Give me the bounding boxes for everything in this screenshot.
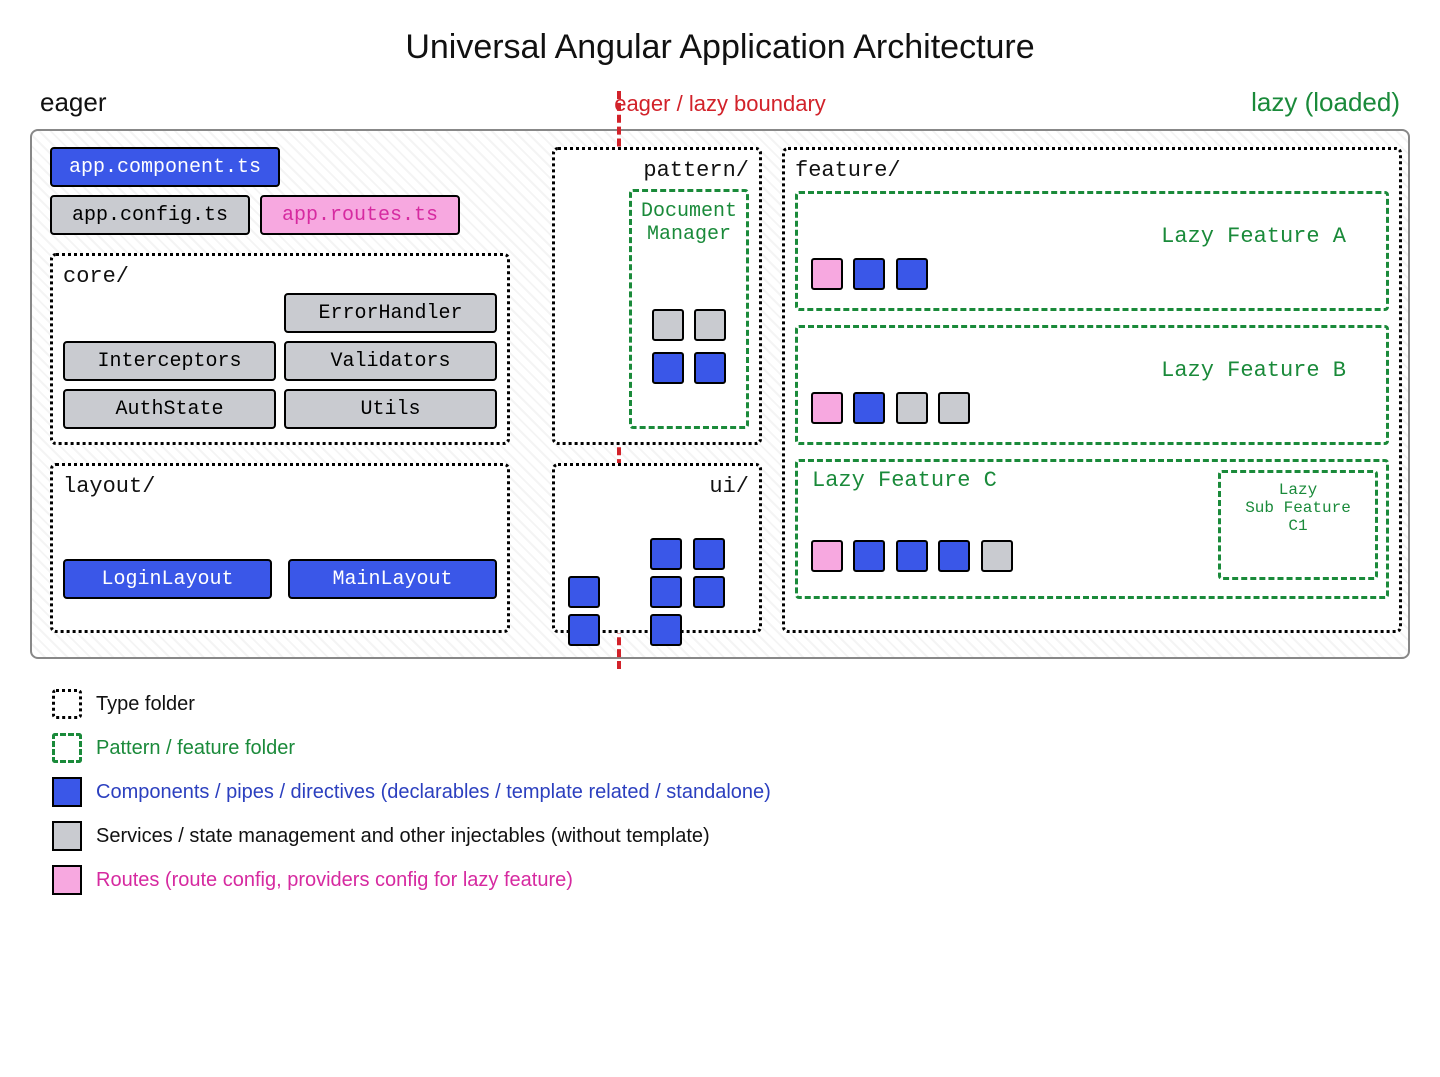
folder-layout-label: layout/ [63, 474, 497, 499]
folder-layout: layout/ LoginLayout MainLayout [50, 463, 510, 633]
chip-component [568, 614, 600, 646]
feature-document-manager: Document Manager [629, 189, 749, 429]
feature-c1-label-2: Sub Feature [1229, 499, 1367, 517]
architecture-container: app.component.ts app.config.ts app.route… [30, 129, 1410, 659]
legend-swatch-components [52, 777, 82, 807]
feature-b: Lazy Feature B [795, 325, 1389, 445]
feature-c1: Lazy Sub Feature C1 [1218, 470, 1378, 580]
chip-route [811, 258, 843, 290]
doc-manager-label-2: Manager [640, 223, 738, 246]
legend-row-type-folder: Type folder [52, 689, 1410, 719]
chip-service [652, 309, 684, 341]
folder-pattern: pattern/ Document Manager [552, 147, 762, 445]
chip-component [896, 540, 928, 572]
chip-service [938, 392, 970, 424]
feature-c1-label-1: Lazy [1229, 481, 1367, 499]
core-error-handler: ErrorHandler [284, 293, 497, 333]
file-app-routes: app.routes.ts [260, 195, 460, 235]
chip-component [694, 352, 726, 384]
core-validators: Validators [284, 341, 497, 381]
core-utils: Utils [284, 389, 497, 429]
legend-swatch-feature-folder [52, 733, 82, 763]
core-interceptors: Interceptors [63, 341, 276, 381]
folder-ui: ui/ [552, 463, 762, 633]
chip-component [650, 576, 682, 608]
app-files-group: app.component.ts app.config.ts app.route… [50, 147, 460, 243]
chip-component [568, 576, 600, 608]
folder-feature: feature/ Lazy Feature A Lazy Feature B L… [782, 147, 1402, 633]
section-labels: eager eager / lazy boundary lazy (loaded… [30, 87, 1410, 125]
chip-component [853, 392, 885, 424]
legend-swatch-type-folder [52, 689, 82, 719]
chip-component [652, 352, 684, 384]
label-lazy: lazy (loaded) [1251, 87, 1400, 118]
chip-component [693, 576, 725, 608]
feature-a: Lazy Feature A [795, 191, 1389, 311]
layout-main: MainLayout [288, 559, 497, 599]
file-app-config: app.config.ts [50, 195, 250, 235]
chip-service [694, 309, 726, 341]
legend-text-components: Components / pipes / directives (declara… [96, 781, 771, 804]
legend-swatch-routes [52, 865, 82, 895]
feature-c: Lazy Feature C Lazy Sub Feature C1 [795, 459, 1389, 599]
chip-component [650, 614, 682, 646]
feature-c1-label-3: C1 [1229, 517, 1367, 535]
feature-b-label: Lazy Feature B [1161, 358, 1346, 383]
chip-route [811, 540, 843, 572]
legend-row-feature-folder: Pattern / feature folder [52, 733, 1410, 763]
legend-text-feature-folder: Pattern / feature folder [96, 737, 295, 760]
chip-component [853, 540, 885, 572]
legend-swatch-services [52, 821, 82, 851]
legend-row-services: Services / state management and other in… [52, 821, 1410, 851]
legend-row-components: Components / pipes / directives (declara… [52, 777, 1410, 807]
chip-component [853, 258, 885, 290]
chip-service [896, 392, 928, 424]
label-eager: eager [40, 87, 107, 118]
feature-c-label: Lazy Feature C [812, 468, 997, 493]
chip-component [693, 538, 725, 570]
folder-core: core/ ErrorHandler Interceptors Validato… [50, 253, 510, 445]
label-boundary: eager / lazy boundary [614, 91, 826, 117]
chip-service [981, 540, 1013, 572]
core-auth-state: AuthState [63, 389, 276, 429]
folder-feature-label: feature/ [795, 158, 1389, 183]
legend: Type folder Pattern / feature folder Com… [30, 689, 1410, 895]
chip-component [650, 538, 682, 570]
legend-text-services: Services / state management and other in… [96, 825, 710, 848]
legend-text-routes: Routes (route config, providers config f… [96, 869, 573, 892]
chip-component [896, 258, 928, 290]
feature-a-label: Lazy Feature A [1161, 224, 1346, 249]
legend-row-routes: Routes (route config, providers config f… [52, 865, 1410, 895]
diagram-title: Universal Angular Application Architectu… [30, 28, 1410, 67]
legend-text-type-folder: Type folder [96, 693, 195, 716]
layout-login: LoginLayout [63, 559, 272, 599]
folder-core-label: core/ [63, 264, 497, 289]
doc-manager-label-1: Document [640, 200, 738, 223]
chip-component [938, 540, 970, 572]
folder-pattern-label: pattern/ [565, 158, 749, 183]
folder-ui-label: ui/ [565, 474, 749, 499]
file-app-component: app.component.ts [50, 147, 280, 187]
chip-route [811, 392, 843, 424]
